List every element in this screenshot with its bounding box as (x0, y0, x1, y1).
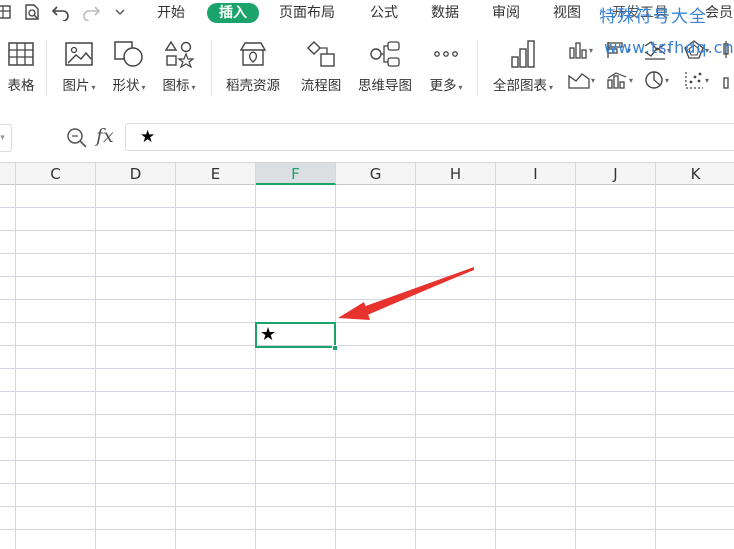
name-box-dropdown[interactable]: ▾ (0, 124, 12, 152)
icons-dropdown-icon[interactable]: ▾ (191, 83, 195, 92)
tab-page-layout[interactable]: 页面布局 (279, 3, 335, 23)
icons-icon (162, 38, 196, 70)
scatter-chart-dropdown-icon[interactable]: ▾ (705, 76, 709, 85)
menu-tab-bar: 开始 插入 页面布局 公式 数据 审阅 视图 开发工具 会员 特殊符号大全 (0, 0, 734, 27)
shape-dropdown-icon[interactable]: ▾ (141, 83, 145, 92)
picture-button[interactable]: 图片 ▾ (58, 38, 100, 100)
scatter-chart-button[interactable]: ▾ (684, 68, 716, 92)
combo-chart-icon (607, 72, 627, 89)
shape-button[interactable]: 形状 ▾ (108, 38, 150, 100)
tab-view[interactable]: 视图 (553, 3, 581, 23)
column-header-row: CDEFGHIJK (0, 162, 734, 185)
chevron-down-icon: ▾ (0, 133, 5, 143)
more-label: 更多 (429, 78, 457, 94)
combo-chart-dropdown-icon[interactable]: ▾ (629, 76, 633, 85)
picture-label: 图片 (62, 78, 90, 94)
flowchart-button[interactable]: 流程图 (297, 38, 345, 100)
column-header-c[interactable]: C (16, 163, 96, 185)
docer-label: 稻壳资源 (226, 78, 280, 94)
all-charts-icon (506, 38, 540, 70)
pie-chart-icon (645, 71, 663, 89)
undo-icon[interactable] (50, 2, 72, 22)
print-preview-icon[interactable] (22, 2, 42, 22)
column-header-h[interactable]: H (416, 163, 496, 185)
table-icon (4, 38, 38, 70)
column-header-e[interactable]: E (176, 163, 256, 185)
annotation-arrow (338, 267, 474, 320)
sheet-grid[interactable]: ★ (0, 185, 734, 549)
fill-handle[interactable] (332, 345, 338, 351)
sheet-icon[interactable] (0, 2, 12, 22)
picture-dropdown-icon[interactable]: ▾ (91, 83, 95, 92)
combo-chart-button[interactable]: ▾ (606, 68, 638, 92)
formula-bar: ▾ fx ★ (0, 118, 734, 158)
tab-home[interactable]: 开始 (157, 3, 185, 23)
column-header-f[interactable]: F (256, 163, 336, 185)
mindmap-icon (368, 38, 402, 70)
docer-resources-button[interactable]: 稻壳资源 (222, 38, 284, 100)
scatter-chart-icon (685, 72, 703, 89)
more-icon (429, 38, 463, 70)
flowchart-icon (304, 38, 338, 70)
area-chart-icon (568, 73, 590, 89)
flowchart-label: 流程图 (300, 78, 342, 94)
zoom-formula-icon[interactable] (66, 127, 88, 153)
tab-review[interactable]: 审阅 (492, 3, 520, 23)
column-header-partial[interactable] (0, 163, 16, 185)
tab-data[interactable]: 数据 (431, 3, 459, 23)
pie-chart-button[interactable]: ▾ (644, 68, 676, 92)
ribbon-divider (46, 40, 47, 96)
table-label: 表格 (7, 78, 35, 94)
icons-label: 图标 (162, 78, 190, 94)
grid-lines (0, 185, 734, 549)
tab-member[interactable]: 会员 (705, 3, 733, 23)
icons-button[interactable]: 图标 ▾ (158, 38, 200, 100)
picture-icon (62, 38, 96, 70)
formula-input[interactable]: ★ (125, 123, 734, 151)
all-charts-dropdown-icon[interactable]: ▾ (549, 83, 553, 92)
mindmap-button[interactable]: 思维导图 (354, 38, 416, 100)
column-chart-button[interactable]: ▾ (568, 38, 600, 62)
area-chart-button[interactable]: ▾ (568, 68, 600, 92)
quick-access-dropdown-icon[interactable] (112, 2, 128, 22)
all-charts-button[interactable]: 全部图表 ▾ (487, 38, 559, 100)
column-chart-dropdown-icon[interactable]: ▾ (589, 46, 593, 55)
mindmap-label: 思维导图 (358, 78, 412, 94)
all-charts-label: 全部图表 (492, 78, 547, 94)
docer-icon (236, 38, 270, 70)
fx-button[interactable]: fx (96, 125, 114, 147)
selected-cell-value: ★ (260, 324, 277, 345)
ribbon-divider (211, 40, 212, 96)
more-charts-button[interactable] (722, 68, 734, 92)
selected-cell[interactable]: ★ (255, 322, 336, 348)
more-charts-icon (723, 77, 729, 89)
insert-ribbon: 表格 图片 ▾ 形状 ▾ 图标 ▾ 稻壳资源 流程图 思维导图 更多 ▾ 全部图… (0, 26, 734, 106)
shape-icon (112, 38, 146, 70)
column-header-j[interactable]: J (576, 163, 656, 185)
tab-insert[interactable]: 插入 (207, 3, 259, 23)
ribbon-divider (477, 40, 478, 96)
column-header-i[interactable]: I (496, 163, 576, 185)
more-button[interactable]: 更多 ▾ (426, 38, 466, 100)
more-dropdown-icon[interactable]: ▾ (458, 83, 462, 92)
column-header-g[interactable]: G (336, 163, 416, 185)
watermark-title: 特殊符号大全 (599, 7, 707, 27)
redo-icon[interactable] (80, 2, 102, 22)
pie-chart-dropdown-icon[interactable]: ▾ (665, 76, 669, 85)
table-button[interactable]: 表格 (4, 38, 38, 100)
area-chart-dropdown-icon[interactable]: ▾ (591, 76, 595, 85)
column-header-k[interactable]: K (656, 163, 734, 185)
column-chart-icon (569, 42, 587, 59)
watermark-url: www.tsfhdq.cn (604, 38, 734, 57)
column-header-d[interactable]: D (96, 163, 176, 185)
shape-label: 形状 (112, 78, 140, 94)
tab-formula[interactable]: 公式 (370, 3, 398, 23)
